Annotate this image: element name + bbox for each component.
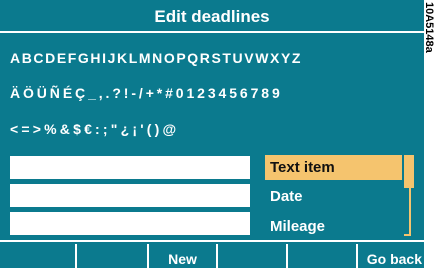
- charset-row-letters[interactable]: ABCDEFGHIJKLMNOPQRSTUVWXYZ: [10, 50, 302, 66]
- option-text-item[interactable]: Text item: [265, 155, 402, 180]
- title-bar: Edit deadlines: [0, 0, 424, 33]
- softkey-2[interactable]: [77, 244, 149, 270]
- text-entry-field-2[interactable]: [10, 184, 250, 207]
- charset-row-symbols[interactable]: <=>%&$€:;"¿¡'()@: [10, 121, 179, 137]
- charset-row-special-digits[interactable]: ÄÖÜÑÉÇ_,.?!-/+*#0123456789: [10, 85, 283, 101]
- text-entry-field-3[interactable]: [10, 212, 250, 235]
- text-entry-field-1[interactable]: [10, 156, 250, 179]
- softkey-5[interactable]: [288, 244, 358, 270]
- screen-title: Edit deadlines: [154, 7, 270, 26]
- option-date[interactable]: Date: [265, 184, 402, 209]
- softkey-1[interactable]: [0, 244, 77, 270]
- softkey-4[interactable]: [218, 244, 288, 270]
- new-button[interactable]: New: [149, 244, 218, 270]
- figure-reference-code: 10A5148a: [423, 2, 435, 53]
- go-back-button[interactable]: Go back: [358, 244, 424, 270]
- display-screen: Edit deadlines ABCDEFGHIJKLMNOPQRSTUVWXY…: [0, 0, 424, 270]
- softkey-bar: New Go back: [0, 240, 424, 270]
- option-mileage[interactable]: Mileage: [265, 214, 402, 239]
- scrollbar-thumb[interactable]: [404, 155, 414, 188]
